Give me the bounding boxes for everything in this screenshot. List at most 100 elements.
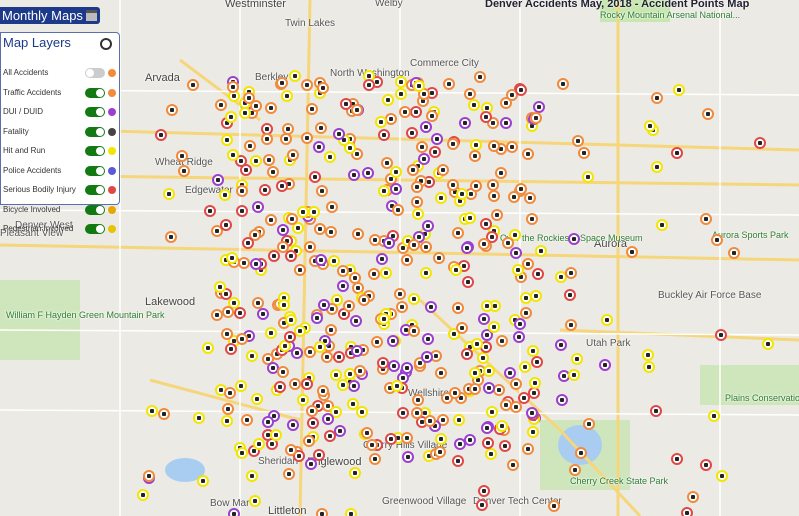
accident-marker[interactable]	[351, 344, 364, 357]
accident-marker[interactable]	[368, 452, 381, 465]
accident-marker[interactable]	[374, 115, 387, 128]
accident-marker[interactable]	[307, 205, 320, 218]
accident-marker[interactable]	[325, 200, 338, 213]
accident-marker[interactable]	[463, 212, 476, 225]
accident-marker[interactable]	[323, 151, 336, 164]
layer-toggle[interactable]	[85, 87, 105, 98]
accident-marker[interactable]	[324, 226, 337, 239]
accident-marker[interactable]	[256, 307, 269, 320]
accident-marker[interactable]	[252, 438, 265, 451]
layer-toggle[interactable]	[85, 224, 105, 234]
accident-marker[interactable]	[567, 368, 580, 381]
accident-marker[interactable]	[650, 404, 663, 417]
accident-marker[interactable]	[221, 327, 234, 340]
accident-marker[interactable]	[376, 357, 389, 370]
accident-marker[interactable]	[321, 413, 334, 426]
accident-marker[interactable]	[284, 314, 297, 327]
accident-marker[interactable]	[476, 351, 489, 364]
accident-marker[interactable]	[348, 466, 361, 479]
accident-marker[interactable]	[522, 147, 535, 160]
accident-marker[interactable]	[458, 116, 471, 129]
accident-marker[interactable]	[411, 394, 424, 407]
accident-marker[interactable]	[468, 98, 481, 111]
accident-marker[interactable]	[313, 340, 326, 353]
accident-marker[interactable]	[469, 180, 482, 193]
accident-marker[interactable]	[487, 320, 500, 333]
accident-marker[interactable]	[285, 443, 298, 456]
accident-marker[interactable]	[555, 338, 568, 351]
accident-marker[interactable]	[339, 98, 352, 111]
accident-marker[interactable]	[512, 263, 525, 276]
accident-marker[interactable]	[218, 188, 231, 201]
accident-marker[interactable]	[210, 309, 223, 322]
accident-marker[interactable]	[387, 359, 400, 372]
accident-marker[interactable]	[642, 361, 655, 374]
accident-marker[interactable]	[419, 120, 432, 133]
accident-marker[interactable]	[284, 249, 297, 262]
accident-marker[interactable]	[531, 355, 544, 368]
accident-marker[interactable]	[166, 103, 179, 116]
accident-marker[interactable]	[162, 188, 175, 201]
accident-marker[interactable]	[241, 236, 254, 249]
accident-marker[interactable]	[264, 214, 277, 227]
accident-marker[interactable]	[448, 387, 461, 400]
monthly-maps-button[interactable]: Monthly Maps	[0, 7, 100, 24]
accident-marker[interactable]	[476, 498, 489, 511]
accident-marker[interactable]	[336, 264, 349, 277]
accident-marker[interactable]	[708, 409, 721, 422]
accident-marker[interactable]	[714, 328, 727, 341]
accident-marker[interactable]	[405, 127, 418, 140]
accident-marker[interactable]	[460, 241, 473, 254]
accident-marker[interactable]	[517, 391, 530, 404]
accident-marker[interactable]	[577, 147, 590, 160]
accident-marker[interactable]	[393, 287, 406, 300]
accident-marker[interactable]	[598, 359, 611, 372]
accident-marker[interactable]	[421, 332, 434, 345]
accident-marker[interactable]	[581, 170, 594, 183]
accident-marker[interactable]	[286, 149, 299, 162]
layer-toggle[interactable]	[85, 165, 105, 176]
accident-marker[interactable]	[221, 414, 234, 427]
accident-marker[interactable]	[487, 139, 500, 152]
accident-marker[interactable]	[484, 447, 497, 460]
accident-marker[interactable]	[567, 232, 580, 245]
accident-marker[interactable]	[226, 148, 239, 161]
accident-marker[interactable]	[449, 263, 462, 276]
accident-marker[interactable]	[480, 421, 493, 434]
layer-toggle[interactable]	[85, 126, 105, 137]
accident-marker[interactable]	[406, 163, 419, 176]
accident-marker[interactable]	[523, 191, 536, 204]
accident-marker[interactable]	[501, 236, 514, 249]
accident-marker[interactable]	[196, 474, 209, 487]
accident-marker[interactable]	[300, 78, 313, 91]
accident-marker[interactable]	[346, 398, 359, 411]
accident-marker[interactable]	[315, 185, 328, 198]
accident-marker[interactable]	[238, 256, 251, 269]
accident-marker[interactable]	[235, 447, 248, 460]
accident-marker[interactable]	[347, 379, 360, 392]
accident-marker[interactable]	[300, 131, 313, 144]
accident-marker[interactable]	[503, 366, 516, 379]
accident-marker[interactable]	[227, 508, 240, 516]
accident-marker[interactable]	[407, 238, 420, 251]
accident-marker[interactable]	[506, 140, 519, 153]
accident-marker[interactable]	[656, 218, 669, 231]
accident-marker[interactable]	[514, 183, 527, 196]
accident-marker[interactable]	[314, 253, 327, 266]
accident-marker[interactable]	[455, 321, 468, 334]
accident-marker[interactable]	[337, 279, 350, 292]
accident-marker[interactable]	[288, 70, 301, 83]
accident-marker[interactable]	[452, 413, 465, 426]
accident-marker[interactable]	[514, 317, 527, 330]
accident-marker[interactable]	[377, 129, 390, 142]
accident-marker[interactable]	[429, 145, 442, 158]
location-icon[interactable]	[100, 38, 112, 50]
accident-marker[interactable]	[154, 128, 167, 141]
accident-marker[interactable]	[243, 140, 256, 153]
accident-marker[interactable]	[386, 335, 399, 348]
accident-marker[interactable]	[238, 107, 251, 120]
accident-marker[interactable]	[452, 454, 465, 467]
accident-marker[interactable]	[294, 324, 307, 337]
accident-marker[interactable]	[283, 330, 296, 343]
accident-marker[interactable]	[143, 469, 156, 482]
